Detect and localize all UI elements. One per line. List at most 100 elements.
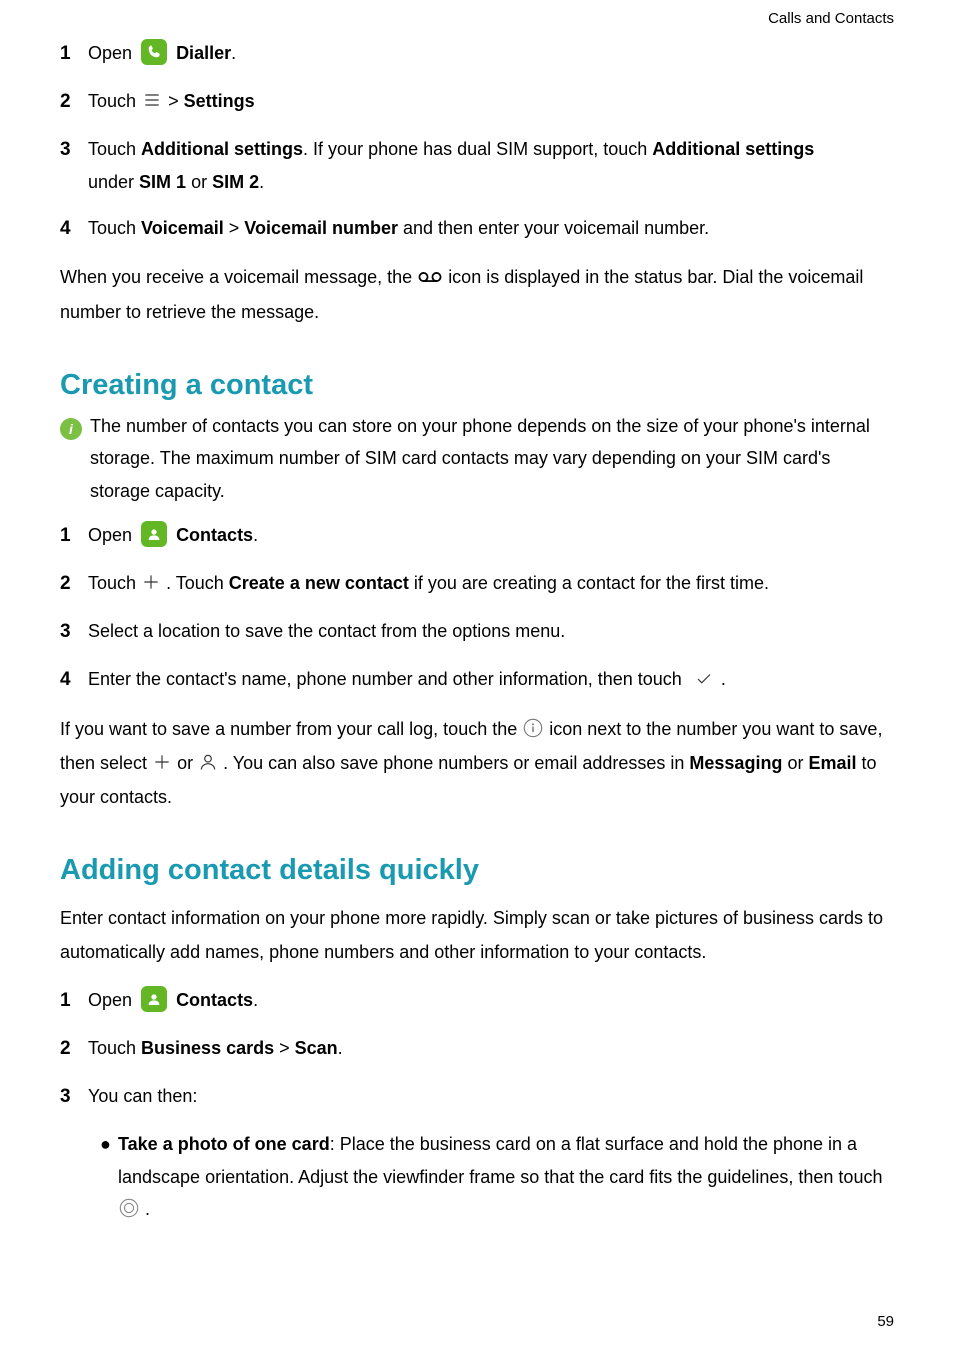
text: or (782, 753, 808, 773)
text: . (231, 43, 236, 63)
step-body: Open Dialler. (88, 37, 894, 69)
continuation: under SIM 1 or SIM 2. (88, 166, 894, 198)
text: > (224, 218, 245, 238)
step-body: Open Contacts. (88, 984, 894, 1016)
step-1-open-contacts: 1 Open Contacts. (60, 984, 894, 1018)
plus-icon (141, 572, 161, 592)
dialler-label: Dialler (176, 43, 231, 63)
voicemail-paragraph: When you receive a voicemail message, th… (60, 260, 894, 328)
page-number: 59 (877, 1313, 894, 1330)
text: and then enter your voicemail number. (398, 218, 709, 238)
label: SIM 2 (212, 172, 259, 192)
step-number: 4 (60, 212, 88, 246)
step-body: You can then: (88, 1080, 894, 1112)
text: Touch (88, 91, 141, 111)
plus-icon (152, 752, 172, 772)
creating-paragraph: If you want to save a number from your c… (60, 712, 894, 815)
bullet-take-photo: ● Take a photo of one card: Place the bu… (100, 1128, 894, 1225)
contacts-app-icon (141, 521, 167, 547)
step-body: Touch Voicemail > Voicemail number and t… (88, 212, 894, 244)
label: Messaging (689, 753, 782, 773)
label: Take a photo of one card (118, 1134, 330, 1154)
label: SIM 1 (139, 172, 186, 192)
contacts-label: Contacts (176, 990, 253, 1010)
label: Voicemail number (244, 218, 398, 238)
text: . If your phone has dual SIM support, to… (303, 139, 652, 159)
bullet-list: ● Take a photo of one card: Place the bu… (100, 1128, 894, 1225)
text: or (186, 172, 212, 192)
step-number: 1 (60, 984, 88, 1018)
check-icon (693, 670, 715, 688)
label: Voicemail (141, 218, 224, 238)
label: Scan (295, 1038, 338, 1058)
text: You can then: (88, 1086, 197, 1106)
step-2-business-cards: 2 Touch Business cards > Scan. (60, 1032, 894, 1066)
bullet-body: Take a photo of one card: Place the busi… (118, 1128, 894, 1225)
step-body: Touch Business cards > Scan. (88, 1032, 894, 1064)
step-number: 1 (60, 37, 88, 71)
text: . Touch (166, 573, 229, 593)
step-body: Select a location to save the contact fr… (88, 615, 894, 647)
text: . (145, 1199, 150, 1219)
label: Business cards (141, 1038, 274, 1058)
text: . (259, 172, 264, 192)
breadcrumb: Calls and Contacts (60, 10, 894, 27)
label: Additional settings (652, 139, 814, 159)
text: . (253, 990, 258, 1010)
text: If you want to save a number from your c… (60, 719, 522, 739)
text: > (168, 91, 184, 111)
text: Enter the contact's name, phone number a… (88, 669, 687, 689)
step-number: 2 (60, 1032, 88, 1066)
voicemail-steps: 1 Open Dialler. 2 Touch > Settings 3 (60, 37, 894, 246)
menu-icon (141, 90, 163, 110)
step-number: 3 (60, 1080, 88, 1114)
step-3-select-location: 3 Select a location to save the contact … (60, 615, 894, 649)
step-number: 3 (60, 615, 88, 649)
text: if you are creating a contact for the fi… (409, 573, 769, 593)
text: Open (88, 525, 137, 545)
step-3-additional-settings: 3 Touch Additional settings. If your pho… (60, 133, 894, 198)
dialler-app-icon (141, 39, 167, 65)
step-body: Touch > Settings (88, 85, 894, 117)
label: Additional settings (141, 139, 303, 159)
text: . (253, 525, 258, 545)
page: Calls and Contacts 1 Open Dialler. 2 Tou… (0, 0, 954, 1350)
person-outline-icon (198, 751, 218, 773)
step-2-touch-plus: 2 Touch . Touch Create a new contact if … (60, 567, 894, 601)
step-number: 2 (60, 85, 88, 119)
creating-steps: 1 Open Contacts. 2 Touch . Touch Create … (60, 519, 894, 698)
text: or (177, 753, 198, 773)
step-body: Enter the contact's name, phone number a… (88, 663, 894, 695)
heading-creating-contact: Creating a contact (60, 369, 894, 402)
info-note: i The number of contacts you can store o… (60, 410, 894, 507)
text: When you receive a voicemail message, th… (60, 267, 417, 287)
settings-label: Settings (184, 91, 255, 111)
info-circle-icon (522, 717, 544, 739)
step-4-voicemail: 4 Touch Voicemail > Voicemail number and… (60, 212, 894, 246)
label: Email (808, 753, 856, 773)
contacts-label: Contacts (176, 525, 253, 545)
step-number: 2 (60, 567, 88, 601)
step-number: 1 (60, 519, 88, 553)
contacts-app-icon (141, 986, 167, 1012)
note-text: The number of contacts you can store on … (90, 410, 894, 507)
text: Select a location to save the contact fr… (88, 621, 565, 641)
text: . You can also save phone numbers or ema… (223, 753, 689, 773)
text: Touch (88, 218, 141, 238)
adding-steps: 1 Open Contacts. 2 Touch Business cards … (60, 984, 894, 1115)
label: Create a new contact (229, 573, 409, 593)
bullet-dot-icon: ● (100, 1128, 118, 1160)
text: Open (88, 990, 137, 1010)
text: Touch (88, 1038, 141, 1058)
text: . (338, 1038, 343, 1058)
step-2-touch-settings: 2 Touch > Settings (60, 85, 894, 119)
adding-intro: Enter contact information on your phone … (60, 901, 894, 969)
step-1-open-contacts: 1 Open Contacts. (60, 519, 894, 553)
step-4-enter-info: 4 Enter the contact's name, phone number… (60, 663, 894, 697)
text: Touch (88, 573, 141, 593)
text: under (88, 172, 139, 192)
step-1-open-dialler: 1 Open Dialler. (60, 37, 894, 71)
text: > (274, 1038, 295, 1058)
info-icon: i (60, 410, 90, 444)
info-badge-icon: i (60, 418, 82, 440)
